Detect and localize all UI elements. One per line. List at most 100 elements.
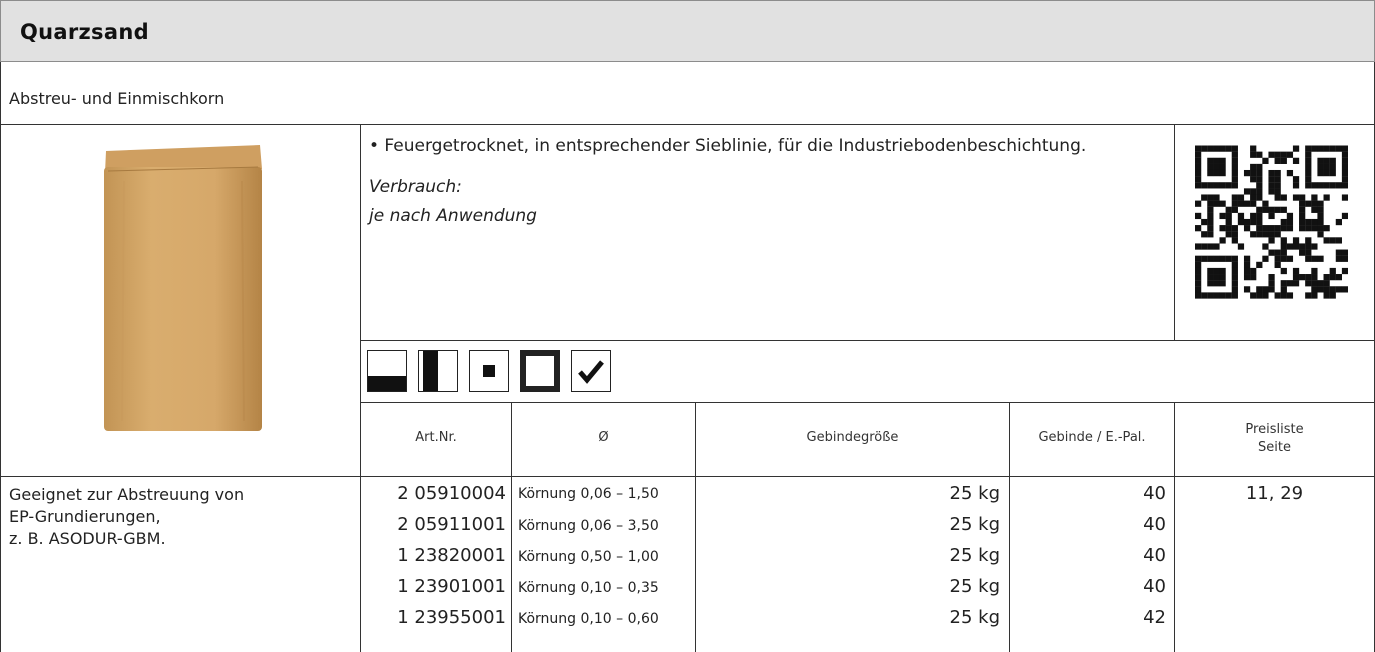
qr-module: [1250, 267, 1257, 275]
qr-module: [1280, 194, 1287, 201]
qr-module: [1256, 212, 1263, 220]
qr-module: [1341, 267, 1348, 275]
qr-module: [1207, 212, 1214, 220]
qr-module: [1341, 163, 1348, 171]
qr-module: [1231, 200, 1238, 207]
table-row: 1 23820001 Körnung 0,50 – 1,00 25 kg 40: [0, 543, 1375, 571]
per-pallet: 40: [1143, 483, 1166, 504]
qr-module: [1274, 231, 1281, 238]
qr-module: [1250, 194, 1257, 201]
product-title: Quarzsand: [20, 20, 149, 44]
qr-module: [1256, 261, 1263, 269]
qr-module: [1280, 157, 1287, 164]
qr-module: [1231, 194, 1238, 201]
qr-module: [1250, 218, 1257, 226]
qr-module: [1317, 255, 1324, 262]
qr-module: [1323, 194, 1330, 201]
qr-module: [1341, 169, 1348, 177]
qr-module: [1274, 169, 1281, 177]
qr-module: [1256, 176, 1263, 183]
qr-module: [1335, 237, 1343, 244]
qr-module: [1329, 169, 1336, 177]
qr-module: [1317, 200, 1324, 207]
grain-size: Körnung 0,10 – 0,60: [518, 611, 659, 627]
qr-module: [1213, 292, 1220, 299]
qr-module: [1335, 249, 1343, 256]
qr-module: [1256, 292, 1263, 299]
qr-module: [1231, 225, 1238, 232]
grain-size: Körnung 0,06 – 3,50: [518, 518, 659, 534]
qr-module: [1256, 169, 1263, 177]
qr-module: [1250, 176, 1257, 183]
package-size: 25 kg: [949, 545, 1000, 566]
qr-module: [1207, 169, 1214, 177]
qr-code[interactable]: [1195, 142, 1348, 302]
qr-module: [1268, 225, 1275, 232]
qr-module: [1317, 145, 1324, 152]
qr-module: [1335, 218, 1343, 226]
table-row: 1 23955001 Körnung 0,10 – 0,60 25 kg 42: [0, 605, 1375, 633]
per-pallet: 40: [1143, 545, 1166, 566]
qr-module: [1280, 218, 1287, 226]
qr-module: [1317, 231, 1324, 238]
qr-module: [1305, 280, 1312, 287]
qr-module: [1305, 237, 1312, 244]
package-size: 25 kg: [949, 607, 1000, 628]
qr-module: [1256, 188, 1263, 195]
qr-module: [1329, 145, 1336, 152]
qr-module: [1207, 255, 1214, 262]
qr-module: [1201, 243, 1208, 250]
qr-module: [1341, 182, 1348, 189]
icons-top-divider: [360, 340, 1375, 341]
qr-module: [1323, 145, 1330, 152]
qr-module: [1268, 274, 1275, 281]
qr-module: [1292, 194, 1300, 201]
qr-module: [1280, 243, 1287, 250]
qr-module: [1231, 261, 1238, 269]
qr-module: [1243, 286, 1251, 293]
qr-module: [1341, 255, 1348, 262]
qr-module: [1207, 206, 1214, 213]
qr-module: [1207, 182, 1214, 189]
qr-module: [1207, 200, 1214, 207]
qr-module: [1323, 163, 1330, 171]
qr-module: [1231, 206, 1238, 213]
qr-module: [1311, 292, 1318, 299]
qr-module: [1195, 274, 1202, 281]
qr-module: [1213, 243, 1220, 250]
qr-module: [1225, 255, 1232, 262]
qr-module: [1317, 212, 1324, 220]
qr-module: [1262, 200, 1269, 207]
qr-module: [1207, 280, 1214, 287]
qr-module: [1250, 212, 1257, 220]
qr-module: [1329, 286, 1336, 293]
qr-module: [1219, 280, 1226, 287]
qr-module: [1207, 267, 1214, 275]
qr-module: [1329, 292, 1336, 299]
qr-module: [1274, 188, 1281, 195]
qr-module: [1250, 163, 1257, 171]
qr-module: [1286, 255, 1294, 262]
per-pallet: 42: [1143, 607, 1166, 628]
qr-module: [1286, 225, 1294, 232]
qr-module: [1274, 194, 1281, 201]
qr-module: [1256, 225, 1263, 232]
qr-module: [1299, 206, 1306, 213]
qr-module: [1274, 151, 1281, 158]
qr-module: [1341, 151, 1348, 158]
qr-module: [1323, 169, 1330, 177]
qr-module: [1280, 267, 1287, 275]
qr-module: [1237, 243, 1245, 250]
header-price-list-line2: Seite: [1258, 440, 1291, 455]
approved-check-icon: [571, 350, 611, 392]
header-package-size: Gebindegröße: [806, 430, 899, 445]
qr-module: [1219, 255, 1226, 262]
qr-module: [1243, 188, 1251, 195]
header-price-list-line1: Preisliste: [1245, 422, 1304, 437]
qr-module: [1231, 274, 1238, 281]
qr-module: [1299, 212, 1306, 220]
qr-module: [1213, 145, 1220, 152]
article-number: 1 23955001: [397, 607, 506, 628]
qr-module: [1305, 249, 1312, 256]
package-size: 25 kg: [949, 514, 1000, 535]
